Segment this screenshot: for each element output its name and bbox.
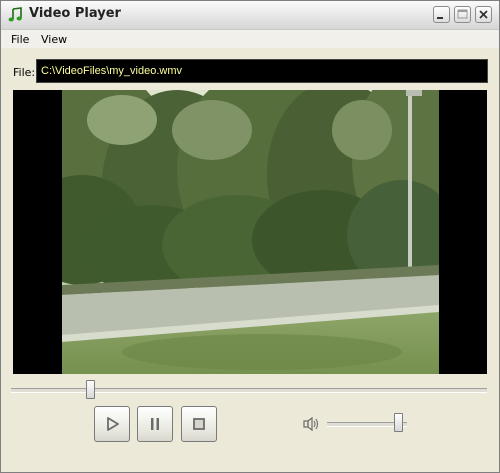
- window-title: Video Player: [29, 6, 121, 21]
- menu-view[interactable]: View: [41, 33, 67, 46]
- speaker-icon[interactable]: [303, 416, 321, 432]
- menu-bar: File View: [1, 30, 499, 48]
- close-icon: [479, 10, 488, 19]
- music-note-icon: [8, 7, 22, 22]
- video-frame: [62, 90, 439, 374]
- seek-thumb[interactable]: [86, 380, 95, 399]
- maximize-icon: [457, 9, 468, 19]
- pause-icon: [151, 418, 159, 430]
- play-button[interactable]: [94, 406, 130, 442]
- seek-track[interactable]: [11, 388, 487, 393]
- seek-bar[interactable]: [11, 380, 487, 400]
- maximize-button[interactable]: [454, 6, 471, 23]
- video-frame-image: [62, 90, 439, 374]
- file-path-value: C:\VideoFiles\my_video.wmv: [41, 65, 183, 77]
- stop-icon: [193, 418, 205, 430]
- video-display[interactable]: [13, 90, 487, 374]
- file-path-field[interactable]: C:\VideoFiles\my_video.wmv: [36, 59, 488, 83]
- title-bar[interactable]: Video Player: [1, 1, 499, 30]
- volume-slider[interactable]: [327, 413, 409, 433]
- pause-button[interactable]: [137, 406, 173, 442]
- menu-file[interactable]: File: [11, 33, 29, 46]
- minimize-button[interactable]: [433, 6, 450, 23]
- stop-button[interactable]: [181, 406, 217, 442]
- close-button[interactable]: [475, 6, 492, 23]
- play-icon: [107, 417, 119, 431]
- file-label: File:: [13, 66, 36, 79]
- minimize-icon: [437, 17, 443, 19]
- volume-thumb[interactable]: [394, 413, 403, 432]
- video-player-window: Video Player File View File: C:\VideoFil…: [0, 0, 500, 473]
